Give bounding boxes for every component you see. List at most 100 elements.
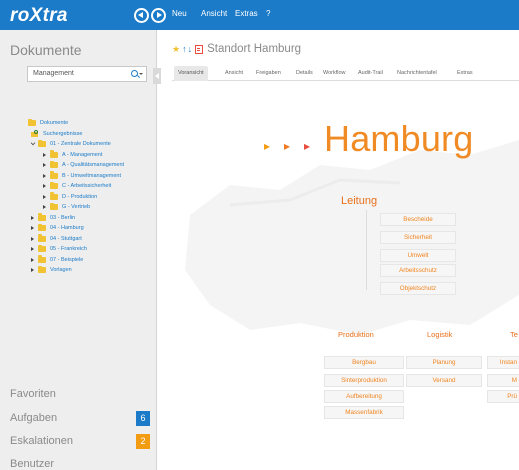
- forward-icon[interactable]: [151, 8, 166, 23]
- tree-item-label: D - Produktion: [62, 193, 98, 200]
- org-box-sinterproduktion[interactable]: Sinterproduktion: [324, 374, 404, 387]
- search-icon[interactable]: [131, 70, 138, 77]
- org-box-objektschutz[interactable]: Objektschutz: [380, 282, 456, 295]
- tree-item-label: C - Arbeitssicherheit: [62, 183, 112, 189]
- folder-icon: [50, 150, 58, 158]
- expand-arrow-icon[interactable]: [31, 226, 34, 230]
- expand-arrow-icon[interactable]: [43, 163, 46, 167]
- org-box-sicherheit[interactable]: Sicherheit: [380, 231, 456, 244]
- tree-item[interactable]: 05 - Frankreich: [31, 244, 87, 254]
- collapse-arrow-icon[interactable]: [30, 140, 36, 146]
- nav-aufgaben[interactable]: Aufgaben: [10, 412, 57, 424]
- org-box-aufbereitung[interactable]: Aufbereitung: [324, 390, 404, 403]
- search-folder-icon: [31, 129, 39, 138]
- org-box-technik-2[interactable]: M: [487, 374, 519, 387]
- app-logo: roXtra: [10, 5, 68, 26]
- tree-item[interactable]: B - Umweltmanagement: [43, 171, 121, 181]
- tree-item-label: Suchergebnisse: [43, 130, 83, 137]
- folder-icon: [38, 139, 46, 147]
- back-icon[interactable]: [134, 8, 149, 23]
- tree-item-label: B - Umweltmanagement: [62, 172, 121, 179]
- expand-arrow-icon[interactable]: [43, 194, 46, 199]
- tree-item[interactable]: A - Management: [43, 150, 102, 160]
- tab-audit-trail[interactable]: Audit-Trail: [354, 66, 387, 81]
- tab-freigaben[interactable]: Freigaben: [252, 66, 285, 81]
- tree-item[interactable]: 04 - Stuttgart: [31, 234, 82, 244]
- tab-ansicht[interactable]: Ansicht: [221, 66, 247, 81]
- expand-arrow-icon[interactable]: [31, 257, 34, 262]
- collapse-sidebar-icon[interactable]: [153, 68, 161, 84]
- city-heading: Hamburg: [324, 118, 474, 159]
- menu-help[interactable]: ?: [266, 9, 270, 18]
- tree-item[interactable]: A - Qualitätsmanagement: [43, 160, 124, 170]
- tree-item[interactable]: C - Arbeitssicherheit: [43, 181, 111, 191]
- search-value: Management: [33, 70, 74, 77]
- tree-item[interactable]: Vorlagen: [31, 265, 72, 275]
- tree-item-label: A - Management: [62, 151, 103, 158]
- top-bar: roXtra Neu Ansicht Extras ?: [0, 0, 519, 30]
- org-box-bergbau[interactable]: Bergbau: [324, 356, 404, 369]
- section-technik: Te: [510, 330, 518, 339]
- favorite-icon[interactable]: ★: [172, 44, 180, 55]
- expand-arrow-icon[interactable]: [43, 152, 46, 157]
- tab-extras[interactable]: Extras: [453, 66, 477, 81]
- expand-arrow-icon[interactable]: [43, 205, 46, 209]
- folder-icon: [38, 213, 46, 221]
- expand-arrow-icon[interactable]: [31, 215, 34, 220]
- nav-favoriten[interactable]: Favoriten: [10, 388, 56, 400]
- tree-item[interactable]: 01 - Zentrale Dokumente: [30, 139, 111, 149]
- folder-icon: [38, 244, 46, 252]
- org-box-umwelt[interactable]: Umwelt: [380, 249, 456, 262]
- tab-details[interactable]: Details: [292, 66, 317, 81]
- org-box-versand[interactable]: Versand: [406, 374, 482, 387]
- expand-arrow-icon[interactable]: [31, 268, 34, 272]
- menu-neu[interactable]: Neu: [172, 9, 187, 18]
- tree-item-label: 01 - Zentrale Dokumente: [50, 141, 111, 147]
- section-leitung: Leitung: [341, 195, 378, 207]
- tree-item-label: 04 - Hamburg: [50, 225, 84, 231]
- sidebar: Dokumente Management Dokumente Suchergebn…: [0, 30, 161, 470]
- tree-item[interactable]: 03 - Berlin: [31, 213, 75, 223]
- expand-arrow-icon[interactable]: [31, 236, 34, 241]
- tab-voransicht[interactable]: Voransicht: [174, 66, 208, 81]
- tab-nachrichtentafel[interactable]: Nachrichtentafel: [393, 66, 441, 81]
- folder-icon: [50, 202, 58, 210]
- nav-eskalationen[interactable]: Eskalationen: [10, 435, 73, 447]
- tree-item[interactable]: G - Vertrieb: [43, 202, 90, 212]
- arrow-up-icon[interactable]: ↑: [182, 44, 187, 54]
- search-input[interactable]: Management: [27, 66, 147, 82]
- connector-line: [366, 210, 367, 290]
- menu-ansicht[interactable]: Ansicht: [201, 9, 227, 18]
- tree-item-label: Dokumente: [40, 120, 69, 126]
- document-icon[interactable]: [195, 44, 204, 54]
- expand-arrow-icon[interactable]: [43, 184, 46, 188]
- org-box-massenfabrik[interactable]: Massenfabrik: [324, 406, 404, 419]
- folder-icon: [38, 234, 46, 242]
- tree-item-label: 04 - Stuttgart: [50, 235, 82, 242]
- org-box-bescheide[interactable]: Bescheide: [380, 213, 456, 226]
- eskalationen-count-badge: 2: [136, 434, 150, 449]
- section-produktion: Produktion: [338, 330, 374, 339]
- tree-item[interactable]: 04 - Hamburg: [31, 223, 84, 233]
- tree-item-label: 07 - Beispiele: [50, 256, 84, 263]
- org-box-planung[interactable]: Planung: [406, 356, 482, 369]
- expand-arrow-icon[interactable]: [31, 247, 34, 251]
- chevron-down-icon[interactable]: [139, 73, 143, 75]
- tree-item-label: 05 - Frankreich: [50, 246, 87, 252]
- folder-icon: [38, 223, 46, 231]
- expand-arrow-icon[interactable]: [43, 173, 46, 178]
- org-box-pruefung[interactable]: Prü: [487, 390, 519, 403]
- org-box-instandhaltung[interactable]: Instan: [487, 356, 519, 369]
- arrow-down-icon[interactable]: ↓: [188, 44, 193, 54]
- document-title: Standort Hamburg: [207, 43, 302, 55]
- chevron-right-icon: ▸: [304, 139, 311, 153]
- tab-workflow[interactable]: Workflow: [319, 66, 350, 81]
- org-box-arbeitsschutz[interactable]: Arbeitsschutz: [380, 264, 456, 277]
- tree-item[interactable]: 07 - Beispiele: [31, 255, 83, 265]
- tree-item[interactable]: Suchergebnisse: [31, 129, 82, 139]
- menu-extras[interactable]: Extras: [235, 9, 258, 18]
- tree-item-label: A - Qualitätsmanagement: [62, 162, 125, 168]
- tree-item[interactable]: D - Produktion: [43, 192, 97, 202]
- tree-item[interactable]: Dokumente: [28, 118, 68, 128]
- nav-benutzer[interactable]: Benutzer: [10, 458, 54, 470]
